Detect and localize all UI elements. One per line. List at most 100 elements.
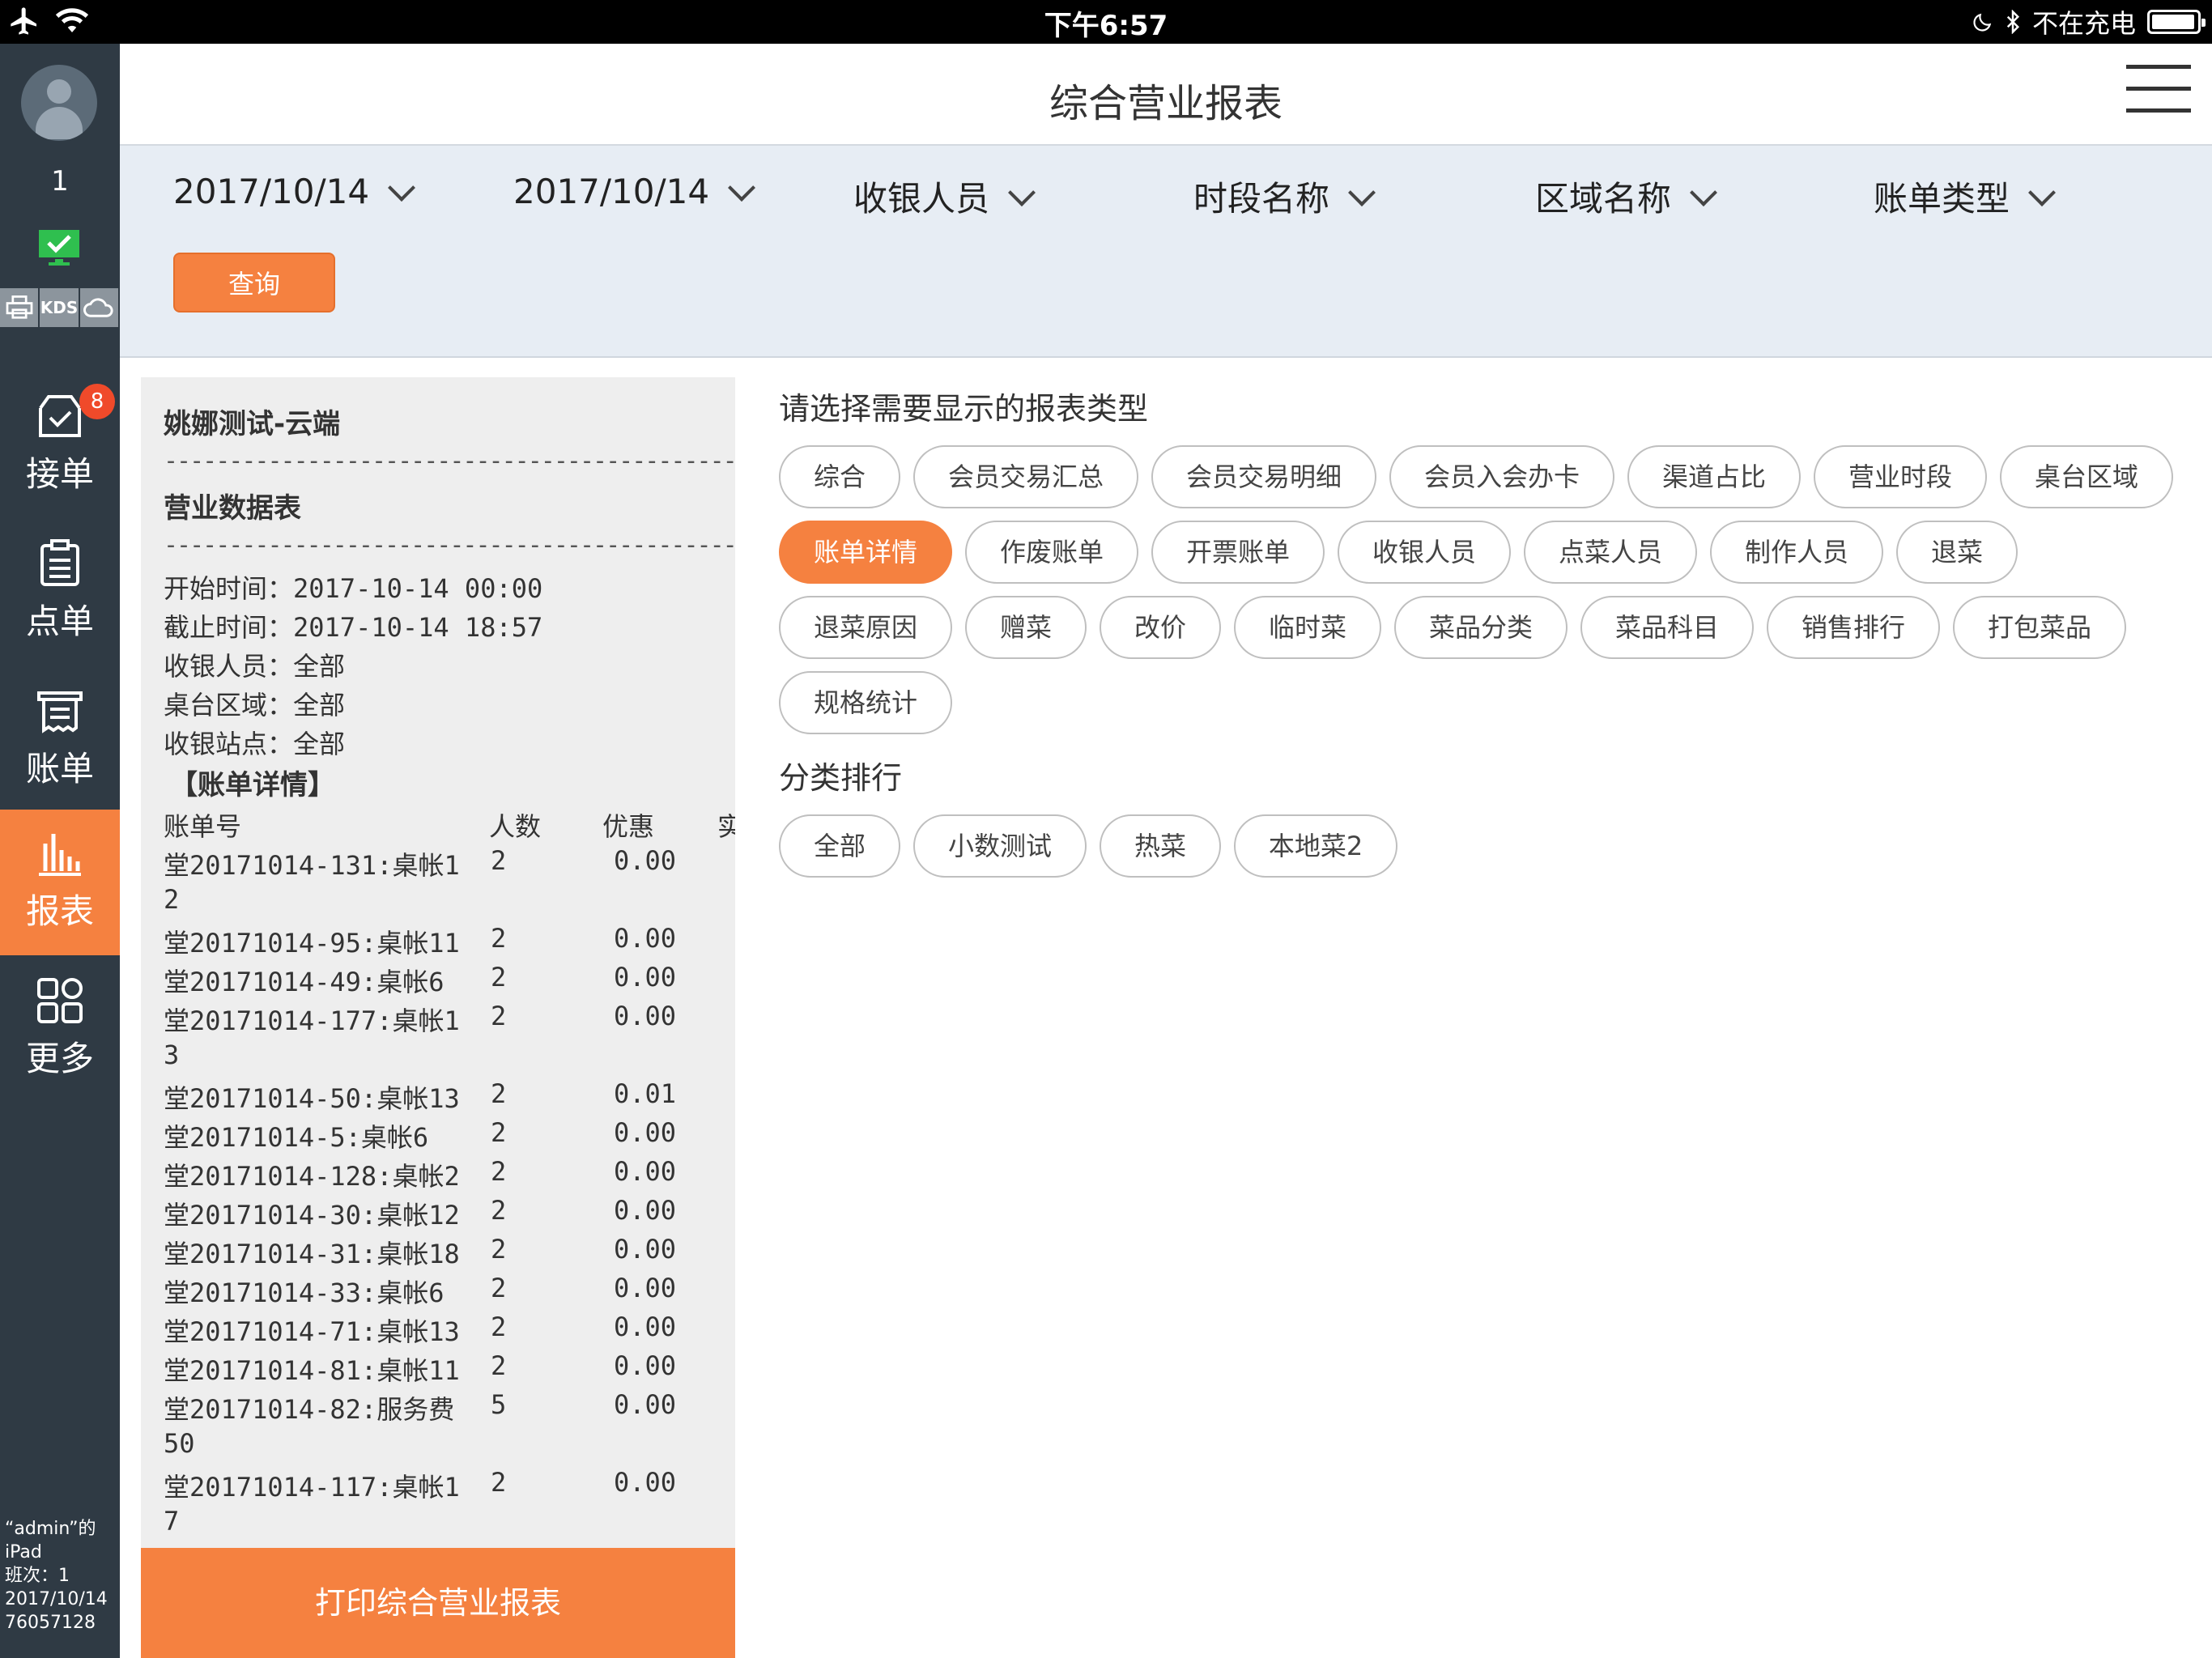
report-type-chip[interactable]: 规格统计 [779,671,952,734]
report-type-chip[interactable]: 综合 [779,445,900,508]
report-type-chip[interactable]: 制作人员 [1710,521,1883,584]
divider: ----------------------------------------… [164,531,735,559]
shop-name: 姚娜测试-云端 [164,408,341,440]
report-type-chip[interactable]: 桌台区域 [2000,445,2173,508]
bluetooth-icon [2006,10,2020,34]
chevron-down-icon [1008,178,1036,206]
end-date-dropdown[interactable]: 2017/10/14 [513,172,756,211]
bill-number: 堂20171014-31:桌帐18 [164,1239,460,1269]
bill-number: 堂20171014-117:桌帐1 [164,1472,460,1503]
nav-item-bills[interactable]: 账单 [0,667,120,813]
category-rank-title: 分类排行 [779,760,903,796]
report-type-chip[interactable]: 会员交易汇总 [913,445,1138,508]
bill-number: 堂20171014-30:桌帐12 [164,1200,460,1231]
bill-people: 2 [491,1234,507,1265]
category-chip[interactable]: 本地菜2 [1234,814,1397,878]
bill-discount: 0.00 [614,1117,677,1148]
report-type-chip[interactable]: 退菜 [1896,521,2018,584]
bill-people: 2 [491,1312,507,1342]
column-header: 账单号 [164,811,242,842]
filter-bar: 2017/10/14 2017/10/14 收银人员 时段名称 区域名称 账单类… [120,146,2212,358]
info-line: 截止时间：2017-10-14 18:57 [164,612,543,643]
bill-type-dropdown[interactable]: 账单类型 [1874,172,2056,221]
start-date-dropdown[interactable]: 2017/10/14 [173,172,416,211]
orders-badge: 8 [79,384,115,419]
report-type-chip[interactable]: 会员入会办卡 [1389,445,1614,508]
nav-item-reports[interactable]: 报表 [0,810,120,955]
moon-icon [1973,13,1992,32]
nav-label: 点单 [25,602,94,641]
bill-number-wrap: 50 [164,1428,195,1459]
report-type-chip[interactable]: 账单详情 [779,521,952,584]
category-chip[interactable]: 全部 [779,814,900,878]
bill-discount: 0.00 [614,923,677,954]
bill-people: 2 [491,1156,507,1187]
bill-discount: 0.00 [614,962,677,993]
report-type-chip[interactable]: 会员交易明细 [1151,445,1376,508]
report-title: 营业数据表 [164,492,301,525]
cloud-icon[interactable] [79,288,120,327]
category-chip[interactable]: 热菜 [1100,814,1221,878]
sidebar: 1 KDS 8 接单 点单 账单 报表 更多 “admin”的 iPad 班次：… [0,44,120,1658]
column-header: 实 [717,811,735,842]
chevron-down-icon [388,173,416,202]
nav-item-orders[interactable]: 8 接单 [0,372,120,518]
bill-discount: 0.00 [614,1156,677,1187]
hamburger-menu-icon[interactable] [2126,65,2191,113]
printer-icon[interactable] [0,288,40,327]
report-type-chip[interactable]: 作废账单 [965,521,1138,584]
chevron-down-icon [1348,178,1376,206]
nav-item-more[interactable]: 更多 [0,957,120,1103]
report-type-title: 请选择需要显示的报表类型 [779,391,1149,427]
bill-people: 2 [491,923,507,954]
print-report-button[interactable]: 打印综合营业报表 [141,1548,735,1658]
bill-number: 堂20171014-82:服务费 [164,1394,455,1425]
receipt-icon [37,691,83,733]
report-type-chip[interactable]: 收银人员 [1338,521,1511,584]
bill-number: 堂20171014-71:桌帐13 [164,1316,460,1347]
category-chip[interactable]: 小数测试 [913,814,1087,878]
bill-people: 2 [491,1350,507,1381]
chevron-down-icon [728,173,756,202]
nav-item-order-menu[interactable]: 点单 [0,520,120,665]
section-heading: 【账单详情】 [170,769,335,801]
column-header: 人数 [489,811,542,842]
clock: 下午6:57 [1044,10,1168,42]
bill-number-wrap: 7 [164,1506,180,1537]
report-type-chip[interactable]: 开票账单 [1151,521,1325,584]
bill-number: 堂20171014-49:桌帐6 [164,967,445,997]
report-type-chip[interactable]: 点菜人员 [1524,521,1697,584]
report-type-chip[interactable]: 改价 [1100,596,1221,659]
bill-number: 堂20171014-81:桌帐11 [164,1355,460,1386]
report-type-chip[interactable]: 退菜原因 [779,596,952,659]
bill-number: 堂20171014-177:桌帐1 [164,1005,460,1036]
report-type-chip[interactable]: 菜品分类 [1394,596,1568,659]
cashier-dropdown[interactable]: 收银人员 [853,172,1036,221]
report-type-chip[interactable]: 赠菜 [965,596,1087,659]
report-type-chip[interactable]: 打包菜品 [1953,596,2126,659]
column-header: 优惠 [602,811,655,842]
bill-number: 堂20171014-5:桌帐6 [164,1122,429,1153]
bill-people: 2 [491,845,507,876]
receipt-preview[interactable]: 姚娜测试-云端 --------------------------------… [141,377,735,1548]
chevron-down-icon [1690,178,1717,206]
monitor-check-icon [39,230,79,266]
bill-people: 2 [491,962,507,993]
period-dropdown[interactable]: 时段名称 [1193,172,1376,221]
page-title: 综合营业报表 [1049,81,1283,126]
query-button[interactable]: 查询 [173,253,335,312]
inbox-check-icon [39,395,81,437]
avatar[interactable] [21,65,97,141]
divider: ----------------------------------------… [164,447,735,475]
report-type-chip[interactable]: 营业时段 [1814,445,1987,508]
area-dropdown[interactable]: 区域名称 [1535,172,1717,221]
bill-people: 2 [491,1273,507,1303]
report-type-chip[interactable]: 菜品科目 [1580,596,1754,659]
report-type-chip[interactable]: 销售排行 [1767,596,1940,659]
bill-discount: 0.01 [614,1078,677,1109]
report-type-chip[interactable]: 临时菜 [1234,596,1381,659]
bill-number: 堂20171014-95:桌帐11 [164,928,460,959]
report-type-chip[interactable]: 渠道占比 [1627,445,1801,508]
kds-label[interactable]: KDS [40,288,80,327]
info-line: 开始时间：2017-10-14 00:00 [164,573,543,604]
